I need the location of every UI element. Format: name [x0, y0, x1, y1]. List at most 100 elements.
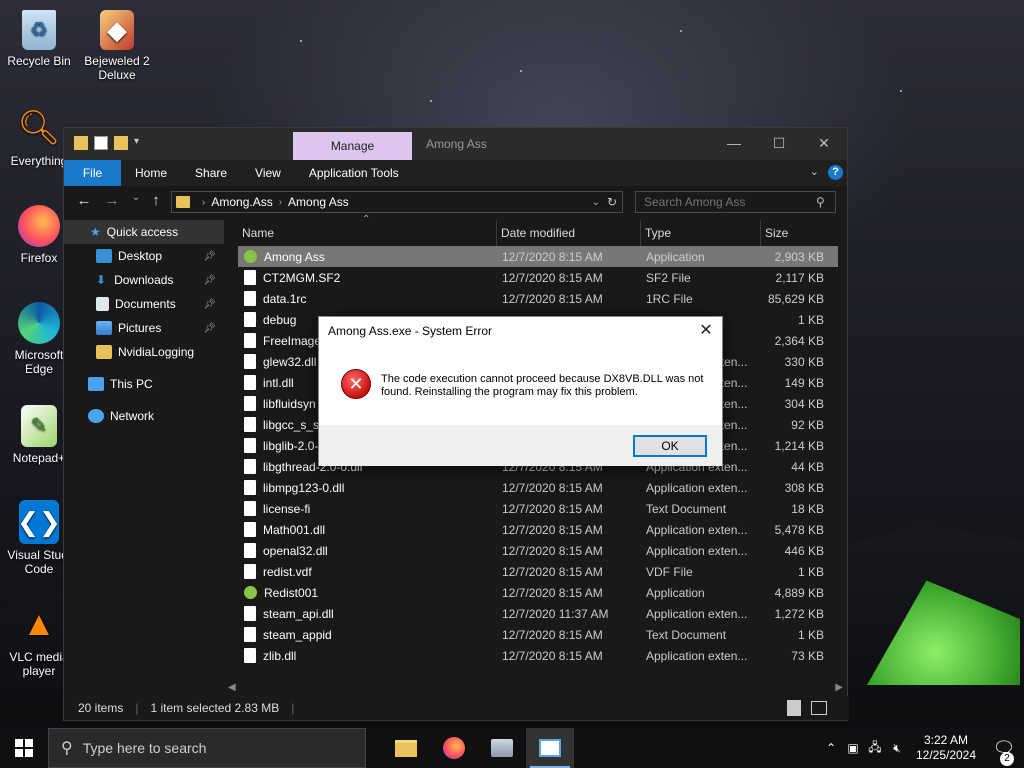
- desktop-icon-recycle-bin[interactable]: ♻ Recycle Bin: [2, 10, 76, 68]
- file-row[interactable]: steam_appid 12/7/2020 8:15 AM Text Documen…: [238, 624, 838, 645]
- expand-ribbon-icon[interactable]: ⌄: [810, 165, 819, 178]
- pin-icon[interactable]: 📌︎: [203, 323, 216, 334]
- tab-share[interactable]: Share: [181, 160, 241, 186]
- start-button[interactable]: [0, 728, 48, 768]
- chevron-down-icon[interactable]: ▾: [134, 136, 144, 150]
- pictures-icon: [96, 321, 112, 335]
- file-row[interactable]: Among Ass 12/7/2020 8:15 AM Application 2,9…: [238, 246, 838, 267]
- dialog-close-button[interactable]: ✕: [696, 320, 716, 340]
- file-row[interactable]: license-fi 12/7/2020 8:15 AM Text Document…: [238, 498, 838, 519]
- recent-chevron-icon[interactable]: ⌄: [128, 192, 144, 203]
- file-date: 12/7/2020 8:15 AM: [502, 501, 603, 516]
- wallpaper-star: [520, 70, 522, 72]
- taskbar-app-generic[interactable]: [478, 728, 526, 768]
- close-button[interactable]: ✕: [814, 134, 834, 154]
- taskbar-search-box[interactable]: ⚲ Type here to search: [48, 728, 366, 768]
- desktop-icon-bejeweled[interactable]: ◆ Bejeweled 2 Deluxe: [80, 10, 154, 82]
- clock-time: 3:22 AM: [923, 733, 969, 747]
- back-arrow-icon[interactable]: ←: [76, 192, 92, 209]
- address-dropdown-icon[interactable]: ⌄: [592, 197, 600, 208]
- file-row[interactable]: openal32.dll 12/7/2020 8:15 AM Application…: [238, 540, 838, 561]
- refresh-icon[interactable]: ↻: [607, 195, 617, 209]
- taskbar: ⚲ Type here to search ⌃ ▣ 🖧︎ 🔇︎ 3:22 AM …: [0, 728, 1024, 768]
- nav-item-nvidialogging[interactable]: NvidiaLogging: [64, 340, 224, 364]
- status-separator: |: [135, 701, 139, 715]
- file-row[interactable]: libmpg123-0.dll 12/7/2020 8:15 AM Applicat…: [238, 477, 838, 498]
- breadcrumb-among-dot-ass[interactable]: Among.Ass: [211, 195, 272, 209]
- file-row[interactable]: data.1rc 12/7/2020 8:15 AM 1RC File 85,629 …: [238, 288, 838, 309]
- wallpaper-star: [300, 40, 302, 42]
- new-folder-icon[interactable]: [114, 136, 128, 150]
- file-name-cell: CT2MGM.SF2: [238, 270, 494, 285]
- file-type: Application: [646, 585, 705, 600]
- nav-item-this-pc[interactable]: This PC: [64, 372, 224, 396]
- tray-app-icon[interactable]: ▣: [842, 741, 864, 755]
- nav-item-network[interactable]: Network: [64, 404, 224, 428]
- volume-muted-icon[interactable]: 🔇︎: [886, 741, 908, 756]
- breadcrumb-among-ass[interactable]: Among Ass: [288, 195, 349, 209]
- pin-icon[interactable]: 📌︎: [203, 251, 216, 262]
- column-header-date[interactable]: Date modified: [497, 220, 641, 246]
- file-row[interactable]: steam_api.dll 12/7/2020 11:37 AM Applicati…: [238, 603, 838, 624]
- nav-label: This PC: [110, 377, 153, 391]
- file-icon: [244, 438, 256, 453]
- file-type: Application: [646, 249, 705, 264]
- file-row[interactable]: CT2MGM.SF2 12/7/2020 8:15 AM SF2 File 2,117…: [238, 267, 838, 288]
- file-size: 446 KB: [784, 543, 824, 558]
- file-name: Among Ass: [264, 249, 325, 264]
- desktop-icon-label: Firefox: [20, 251, 58, 265]
- taskbar-among-ass[interactable]: [526, 728, 574, 768]
- wallpaper-star: [900, 90, 902, 92]
- folder-icon[interactable]: [74, 136, 88, 150]
- file-row[interactable]: Redist001 12/7/2020 8:15 AM Application 4,8…: [238, 582, 838, 603]
- ok-button[interactable]: OK: [633, 435, 707, 457]
- tab-manage[interactable]: Manage: [293, 132, 412, 160]
- forward-arrow-icon[interactable]: →: [104, 192, 120, 209]
- nav-item-quick-access[interactable]: ★ Quick access: [64, 220, 224, 244]
- file-row[interactable]: Math001.dll 12/7/2020 8:15 AM Application …: [238, 519, 838, 540]
- maximize-button[interactable]: ☐: [769, 134, 789, 154]
- quick-access-toolbar: ▾: [74, 136, 144, 150]
- nav-item-downloads[interactable]: ⬇ Downloads 📌︎: [64, 268, 224, 292]
- search-input[interactable]: [635, 191, 836, 213]
- tab-application-tools[interactable]: Application Tools: [295, 160, 413, 186]
- file-size: 308 KB: [784, 480, 824, 495]
- tab-view[interactable]: View: [241, 160, 295, 186]
- file-icon: [244, 354, 256, 369]
- properties-icon[interactable]: [94, 136, 108, 150]
- file-row[interactable]: redist.vdf 12/7/2020 8:15 AM VDF File 1 KB: [238, 561, 838, 582]
- breadcrumb-separator-icon[interactable]: ›: [202, 197, 205, 208]
- nav-item-desktop[interactable]: Desktop 📌︎: [64, 244, 224, 268]
- tab-file[interactable]: File: [64, 160, 121, 186]
- minimize-button[interactable]: —: [724, 134, 744, 154]
- taskbar-file-explorer[interactable]: [382, 728, 430, 768]
- nav-item-documents[interactable]: Documents 📌︎: [64, 292, 224, 316]
- taskbar-firefox[interactable]: [430, 728, 478, 768]
- up-arrow-icon[interactable]: ↑: [148, 192, 164, 209]
- nav-item-pictures[interactable]: Pictures 📌︎: [64, 316, 224, 340]
- clock[interactable]: 3:22 AM 12/25/2024: [908, 733, 984, 763]
- horizontal-scrollbar[interactable]: ◀ ▶: [224, 682, 847, 696]
- notification-center-button[interactable]: 🗨︎ 2: [984, 738, 1024, 766]
- tray-overflow-chevron-icon[interactable]: ⌃: [820, 741, 842, 755]
- network-icon[interactable]: 🖧︎: [864, 738, 886, 759]
- pin-icon[interactable]: 📌︎: [203, 275, 216, 286]
- column-header-type[interactable]: Type: [641, 220, 761, 246]
- breadcrumb-separator-icon[interactable]: ›: [279, 197, 282, 208]
- column-header-size[interactable]: Size: [761, 220, 838, 246]
- file-row[interactable]: zlib.dll 12/7/2020 8:15 AM Application ext…: [238, 645, 838, 666]
- pin-icon[interactable]: 📌︎: [203, 299, 216, 310]
- scroll-left-icon[interactable]: ◀: [228, 682, 236, 693]
- title-bar[interactable]: ▾ Manage Among Ass — ☐ ✕: [64, 128, 847, 160]
- scroll-right-icon[interactable]: ▶: [835, 682, 843, 693]
- address-bar[interactable]: › Among.Ass › Among Ass ⌄ ↻: [171, 191, 623, 213]
- tab-home[interactable]: Home: [121, 160, 181, 186]
- details-view-icon[interactable]: [787, 700, 801, 716]
- wallpaper-star: [430, 100, 432, 102]
- file-icon: [244, 291, 256, 306]
- file-name: zlib.dll: [263, 648, 297, 663]
- search-icon[interactable]: ⚲: [816, 195, 828, 209]
- maximize-icon: ☐: [772, 135, 786, 151]
- large-icons-view-icon[interactable]: [811, 701, 827, 715]
- help-icon[interactable]: ?: [828, 165, 843, 180]
